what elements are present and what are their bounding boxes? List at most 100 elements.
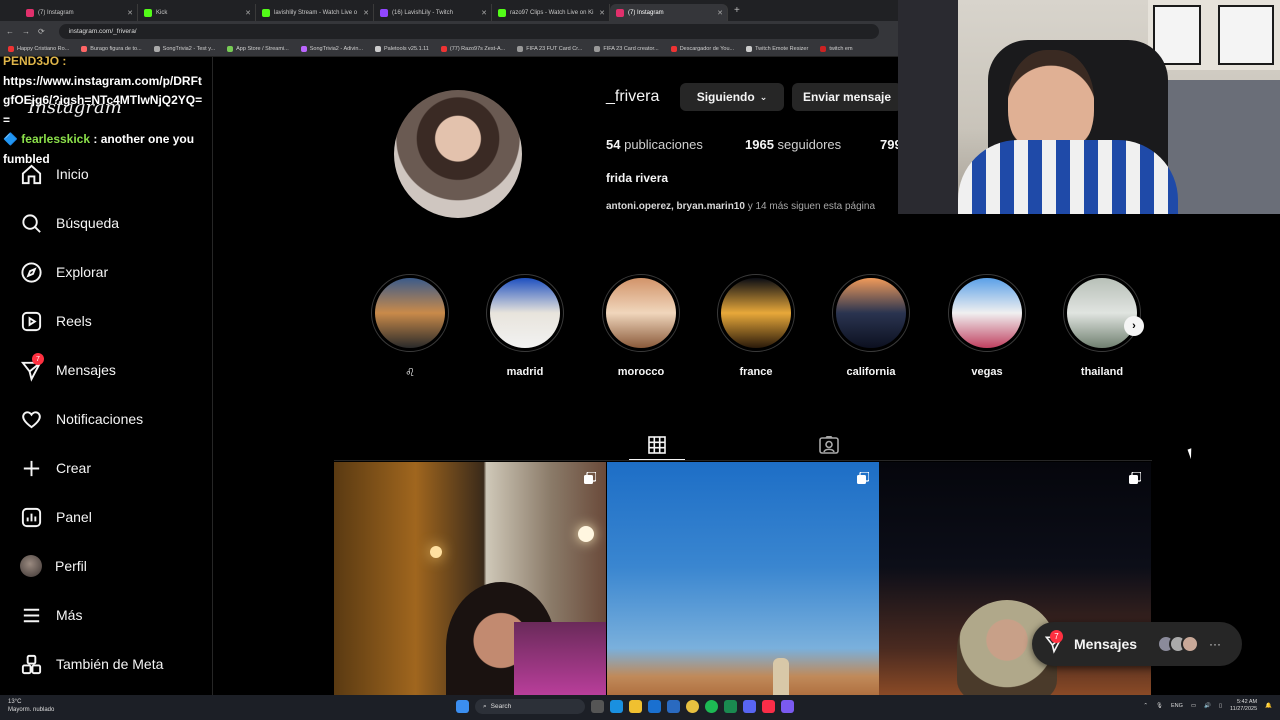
send-message-label: Enviar mensaje bbox=[802, 90, 892, 104]
sidebar-item-label: También de Meta bbox=[56, 656, 164, 672]
story-highlight[interactable]: california bbox=[831, 274, 911, 378]
bookmark-label: Twitch Emote Resizer bbox=[755, 45, 809, 52]
bookmark-item[interactable]: Twitch Emote Resizer bbox=[746, 45, 809, 52]
followed-by-names: antoni.operez, bryan.marin10 bbox=[606, 201, 745, 212]
highlight-label: thailand bbox=[1080, 366, 1124, 378]
bookmark-item[interactable]: FIFA 23 FUT Card Cr... bbox=[517, 45, 582, 52]
store-icon[interactable] bbox=[648, 700, 661, 713]
sidebar-item-label: Mensajes bbox=[56, 362, 116, 378]
weather-widget[interactable]: 13°C Mayorm. nublado bbox=[8, 698, 54, 714]
sidebar-item-label: Crear bbox=[56, 460, 92, 476]
url-field[interactable]: instagram.com/_frivera/ bbox=[58, 23, 879, 39]
story-highlight[interactable]: vegas bbox=[947, 274, 1027, 378]
browser-tab[interactable]: (16) LavishLily - Twitch ✕ bbox=[374, 4, 492, 21]
bookmark-item[interactable]: Happy Cristiano Ro... bbox=[8, 45, 69, 52]
story-highlight[interactable]: ♌︎ bbox=[370, 274, 450, 379]
highlight-cover bbox=[952, 278, 1022, 348]
reload-icon[interactable]: ⟳ bbox=[38, 27, 45, 36]
sidebar-item-mensajes[interactable]: 7 Mensajes bbox=[20, 353, 116, 385]
bookmark-item[interactable]: SongTrivia2 - Test y... bbox=[153, 45, 215, 52]
chevron-up-icon[interactable]: ⌃ bbox=[1143, 703, 1148, 709]
edge-icon[interactable] bbox=[610, 700, 623, 713]
new-tab-icon[interactable]: + bbox=[734, 5, 740, 16]
browser-tab[interactable]: Kick ✕ bbox=[138, 4, 256, 21]
close-icon[interactable]: ✕ bbox=[127, 9, 133, 17]
sidebar-item-busqueda[interactable]: Búsqueda bbox=[20, 208, 119, 238]
browser-tab[interactable]: lavishlily Stream - Watch Live o ✕ bbox=[256, 4, 374, 21]
bookmark-favicon-icon bbox=[227, 45, 234, 52]
browser-tab[interactable]: (7) Instagram ✕ bbox=[20, 4, 138, 21]
battery-icon[interactable]: ▯ bbox=[1219, 703, 1222, 709]
bookmark-item[interactable]: Paletools v25.1.11 bbox=[375, 45, 429, 52]
volume-icon[interactable]: 🔊 bbox=[1204, 703, 1211, 709]
sidebar-item-mas[interactable]: Más bbox=[20, 600, 82, 630]
microphone-icon[interactable]: 🎙 bbox=[1156, 703, 1163, 709]
sidebar-item-reels[interactable]: Reels bbox=[20, 306, 92, 336]
sidebar-item-perfil[interactable]: Perfil bbox=[20, 551, 87, 581]
bookmark-label: (77) Razo97s Zest-A... bbox=[449, 45, 506, 52]
language-indicator[interactable]: ENG bbox=[1171, 703, 1183, 709]
post-thumbnail[interactable] bbox=[334, 462, 606, 695]
sidebar-item-label: Perfil bbox=[55, 558, 87, 574]
sidebar-item-crear[interactable]: Crear bbox=[20, 453, 91, 483]
bookmark-item[interactable]: SongTrivia2 - Adivin... bbox=[300, 45, 363, 52]
browser-tab-label: razo97 Clips - Watch Live on Ki bbox=[510, 9, 594, 16]
notifications-icon[interactable]: 🔔 bbox=[1265, 703, 1272, 709]
bookmark-item[interactable]: twitch em bbox=[820, 45, 853, 52]
followers-count[interactable]: 1965 seguidores bbox=[745, 137, 841, 152]
taskbar-search[interactable]: ⌕ Search bbox=[475, 699, 585, 714]
sidebar-item-tambien-de-meta[interactable]: También de Meta bbox=[20, 649, 163, 679]
highlight-label: france bbox=[739, 366, 773, 378]
teams-icon[interactable] bbox=[781, 700, 794, 713]
sidebar-item-notificaciones[interactable]: Notificaciones bbox=[20, 404, 143, 434]
sidebar-item-panel[interactable]: Panel bbox=[20, 502, 92, 532]
messages-floating-button[interactable]: Mensajes ··· bbox=[1032, 622, 1242, 666]
mail-icon[interactable] bbox=[667, 700, 680, 713]
close-icon[interactable]: ✕ bbox=[599, 9, 605, 17]
chevron-right-icon[interactable]: › bbox=[1124, 316, 1144, 336]
post-thumbnail[interactable] bbox=[607, 462, 879, 695]
following-count[interactable]: 799 bbox=[880, 137, 898, 152]
sidebar-item-explorar[interactable]: Explorar bbox=[20, 257, 108, 287]
tab-tagged[interactable] bbox=[801, 430, 857, 460]
bookmark-item[interactable]: Burago figura de to... bbox=[81, 45, 142, 52]
close-icon[interactable]: ✕ bbox=[363, 9, 369, 17]
discord-icon[interactable] bbox=[743, 700, 756, 713]
windows-start-icon[interactable] bbox=[456, 700, 469, 713]
chrome-icon[interactable] bbox=[686, 700, 699, 713]
task-view-icon[interactable] bbox=[591, 700, 604, 713]
bookmark-item[interactable]: Descargador de You... bbox=[670, 45, 734, 52]
forward-icon[interactable]: → bbox=[22, 27, 30, 36]
highlight-label: morocco bbox=[617, 366, 665, 378]
back-icon[interactable]: ← bbox=[6, 27, 14, 36]
search-icon: ⌕ bbox=[483, 702, 487, 710]
send-message-button[interactable]: Enviar mensaje bbox=[792, 83, 902, 111]
music-icon[interactable] bbox=[762, 700, 775, 713]
bookmark-favicon-icon bbox=[670, 45, 677, 52]
meta-apps-icon bbox=[21, 654, 42, 674]
followed-by[interactable]: antoni.operez, bryan.marin10 y 14 más si… bbox=[606, 201, 875, 212]
story-highlight[interactable]: france bbox=[716, 274, 796, 378]
close-icon[interactable]: ✕ bbox=[245, 9, 251, 17]
bookmark-item[interactable]: App Store / Streami... bbox=[227, 45, 289, 52]
bookmark-item[interactable]: (77) Razo97s Zest-A... bbox=[440, 45, 506, 52]
clock[interactable]: 5:42 AM 11/27/2025 bbox=[1230, 699, 1257, 713]
bookmark-favicon-icon bbox=[594, 45, 601, 52]
story-highlight[interactable]: madrid bbox=[485, 274, 565, 378]
spotify-icon[interactable] bbox=[705, 700, 718, 713]
heart-icon bbox=[22, 410, 41, 428]
bookmark-item[interactable]: FIFA 23 Card creator... bbox=[594, 45, 659, 52]
tab-posts[interactable] bbox=[629, 430, 685, 460]
close-icon[interactable]: ✕ bbox=[717, 9, 723, 17]
bookmark-favicon-icon bbox=[8, 45, 14, 52]
highlight-cover bbox=[1067, 278, 1137, 348]
network-icon[interactable]: ▭ bbox=[1191, 703, 1196, 709]
xbox-icon[interactable] bbox=[724, 700, 737, 713]
close-icon[interactable]: ✕ bbox=[481, 9, 487, 17]
following-button[interactable]: Siguiendo ⌄ bbox=[680, 83, 784, 111]
profile-picture[interactable] bbox=[394, 90, 522, 218]
file-explorer-icon[interactable] bbox=[629, 700, 642, 713]
browser-tab[interactable]: (7) Instagram ✕ bbox=[610, 4, 728, 21]
story-highlight[interactable]: morocco bbox=[601, 274, 681, 378]
browser-tab[interactable]: razo97 Clips - Watch Live on Ki ✕ bbox=[492, 4, 610, 21]
